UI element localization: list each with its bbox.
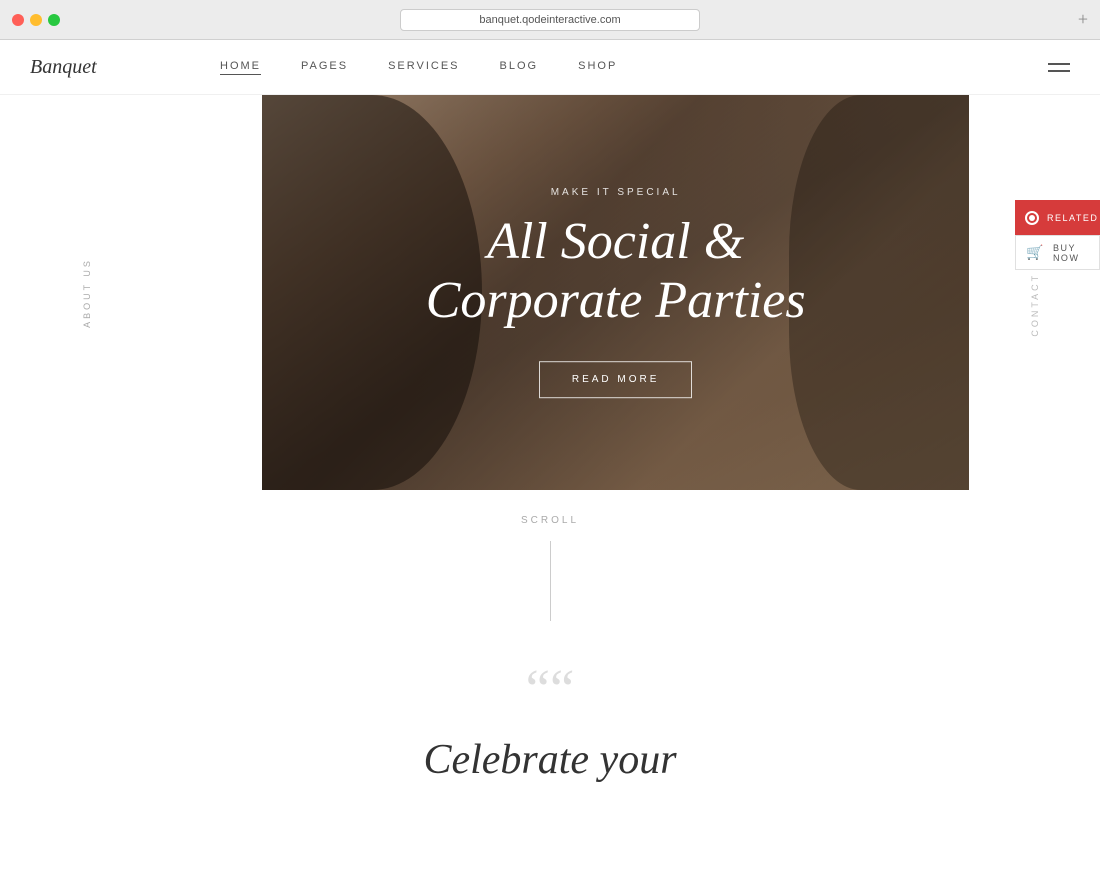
related-label: RELATED: [1047, 213, 1098, 223]
navigation: Banquet HOME PAGES SERVICES BLOG SHOP: [0, 40, 1100, 95]
buy-now-button[interactable]: 🛒 BUY NOW: [1015, 235, 1100, 270]
website-container: Banquet HOME PAGES SERVICES BLOG SHOP AB…: [0, 40, 1100, 891]
site-logo[interactable]: Banquet: [30, 56, 160, 79]
maximize-button[interactable]: [48, 14, 60, 26]
scroll-section: SCROLL: [0, 490, 1100, 631]
browser-chrome: banquet.qodeinteractive.com +: [0, 0, 1100, 40]
about-us-label: ABOUT US: [82, 258, 92, 328]
cart-icon: 🛒: [1026, 244, 1045, 261]
new-tab-button[interactable]: +: [1078, 9, 1088, 30]
nav-home[interactable]: HOME: [220, 60, 261, 75]
float-buttons: RELATED 🛒 BUY NOW: [1015, 200, 1100, 270]
buy-now-label: BUY NOW: [1053, 243, 1089, 263]
scroll-line: [550, 541, 551, 621]
nav-shop[interactable]: SHOP: [578, 60, 617, 75]
minimize-button[interactable]: [30, 14, 42, 26]
nav-links: HOME PAGES SERVICES BLOG SHOP: [220, 60, 617, 75]
related-icon: [1025, 211, 1039, 225]
hero-content: MAKE IT SPECIAL All Social & Corporate P…: [426, 187, 806, 399]
hero-section: MAKE IT SPECIAL All Social & Corporate P…: [262, 95, 969, 490]
address-bar[interactable]: banquet.qodeinteractive.com: [400, 9, 700, 31]
hero-title-line1: All Social &: [487, 213, 744, 270]
hero-cta-button[interactable]: READ MORE: [539, 361, 693, 398]
url-text: banquet.qodeinteractive.com: [479, 14, 620, 26]
hero-title-line2: Corporate Parties: [426, 273, 806, 330]
scroll-label: SCROLL: [521, 515, 579, 526]
quote-text: Celebrate your: [423, 736, 676, 784]
hero-subtitle: MAKE IT SPECIAL: [426, 187, 806, 198]
figure-right: [789, 95, 969, 490]
main-content: ABOUT US MAKE IT SPECIAL All Social & Co…: [0, 95, 1100, 490]
related-button[interactable]: RELATED: [1015, 200, 1100, 235]
close-button[interactable]: [12, 14, 24, 26]
hamburger-menu[interactable]: [1048, 63, 1070, 72]
nav-pages[interactable]: PAGES: [301, 60, 348, 75]
related-dot: [1029, 215, 1035, 221]
nav-services[interactable]: SERVICES: [388, 60, 459, 75]
nav-blog[interactable]: BLOG: [500, 60, 539, 75]
hero-title: All Social & Corporate Parties: [426, 212, 806, 332]
hamburger-line-2: [1048, 70, 1070, 72]
quote-marks: ““: [526, 661, 575, 716]
right-sidebar: CONTACT US: [969, 95, 1100, 490]
traffic-lights: [12, 14, 60, 26]
hamburger-line-1: [1048, 63, 1070, 65]
quote-section: ““ Celebrate your: [0, 631, 1100, 794]
